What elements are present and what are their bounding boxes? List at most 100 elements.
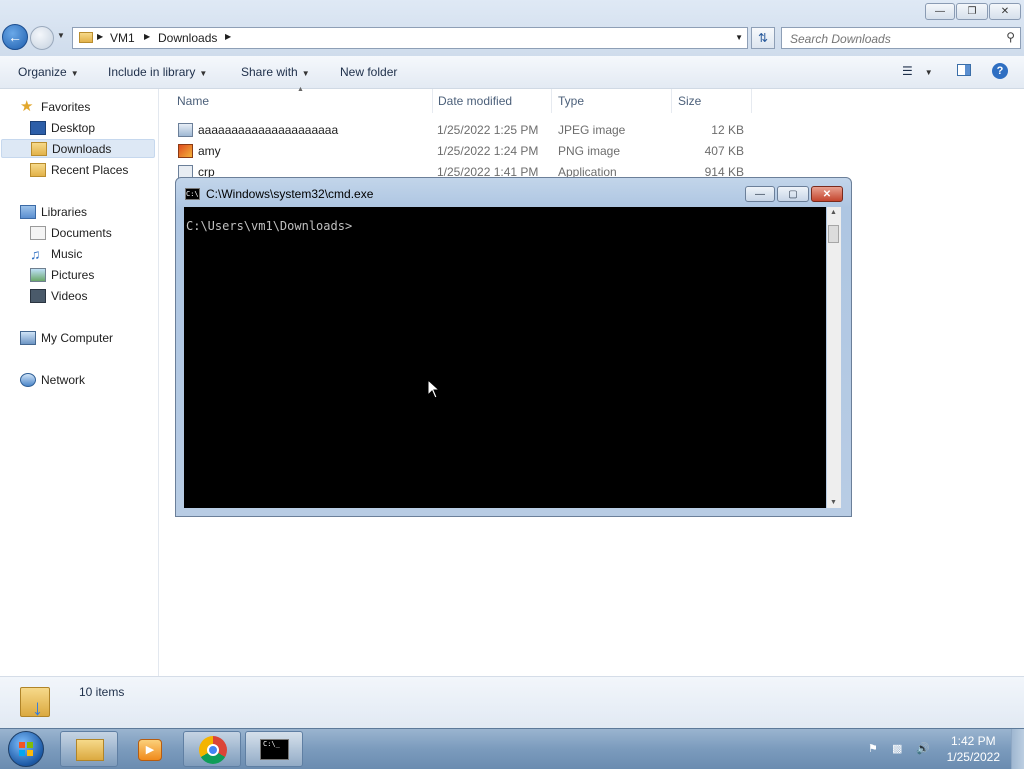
preview-pane-icon [957,64,971,76]
column-header-date-modified[interactable]: Date modified [438,94,512,108]
cmd-vertical-scrollbar[interactable]: ▲ ▼ [827,207,841,508]
cmd-icon: C:\ [185,188,200,200]
film-icon [30,288,46,303]
file-date: 1/25/2022 1:24 PM [437,144,539,158]
nav-label: Music [51,246,83,261]
address-dropdown-icon[interactable]: ▼ [735,33,743,42]
documents-icon [30,225,46,240]
nav-recent-places[interactable]: Recent Places [30,160,128,179]
cmd-minimize-button[interactable]: — [745,186,775,202]
scroll-down-icon[interactable]: ▼ [830,499,837,506]
include-in-library-button[interactable]: Include in library ▼ [108,65,207,79]
volume-icon[interactable]: 🔊 [916,742,930,756]
share-with-button[interactable]: Share with ▼ [241,65,310,79]
help-button[interactable]: ? [992,63,1008,79]
jpeg-file-icon [178,123,193,137]
chevron-down-icon: ▼ [199,69,208,78]
taskbar-media-player-button[interactable]: ▶ [121,731,179,767]
nav-label: My Computer [41,330,114,345]
item-count: 10 items [79,685,125,699]
nav-videos[interactable]: Videos [30,286,87,305]
downloads-folder-large-icon: ↓ [20,683,54,721]
back-button[interactable]: ← [2,24,28,50]
chevron-down-icon: ▼ [70,69,79,78]
recent-pages-dropdown[interactable]: ▼ [57,31,67,45]
scroll-up-icon[interactable]: ▲ [830,209,837,216]
nav-my-computer[interactable]: My Computer [20,328,113,347]
column-divider[interactable] [671,89,672,113]
desktop-icon [30,120,46,135]
nav-pictures[interactable]: Pictures [30,265,94,284]
network-icon [20,372,36,387]
minimize-icon: — [755,188,765,200]
explorer-minimize-button[interactable]: — [925,3,955,20]
file-row[interactable]: aaaaaaaaaaaaaaaaaaaaa 1/25/2022 1:25 PM … [176,120,756,140]
network-status-icon[interactable]: ▩ [892,742,906,756]
nav-label: Network [41,372,86,387]
minimize-icon: — [935,6,945,17]
new-folder-button[interactable]: New folder [340,65,397,79]
nav-favorites[interactable]: ★ Favorites [20,97,90,116]
windows-logo-icon [19,742,33,756]
start-button[interactable] [8,731,44,767]
nav-downloads[interactable]: Downloads [1,139,155,158]
cmd-close-button[interactable]: ✕ [811,186,843,202]
scrollbar-thumb[interactable] [828,225,839,243]
explorer-close-button[interactable]: ✕ [989,3,1021,20]
organize-button[interactable]: Organize ▼ [18,65,79,79]
file-size: 407 KB [704,144,744,158]
nav-label: Documents [51,225,112,240]
explorer-title-bar: — ❐ ✕ ← ▼ ▶ VM1 ▶ Downloads ▶ ▼ ⇅ ⚲ [0,0,1024,56]
search-box[interactable]: ⚲ [781,27,1021,49]
column-divider[interactable] [751,89,752,113]
breadcrumb-item-downloads[interactable]: Downloads [158,31,217,45]
column-header-name[interactable]: Name [177,94,209,108]
maximize-icon: ▢ [788,188,798,200]
taskbar-explorer-button[interactable] [60,731,118,767]
column-divider[interactable] [432,89,433,113]
search-input[interactable] [788,30,997,48]
column-header-type[interactable]: Type [558,94,584,108]
system-clock[interactable]: 1:42 PM 1/25/2022 [947,733,1000,765]
nav-label: Favorites [41,99,91,114]
computer-icon [20,330,36,345]
star-icon: ★ [20,97,34,115]
nav-music[interactable]: ♫ Music [30,244,82,263]
breadcrumb-separator-icon: ▶ [97,32,104,41]
pictures-icon [30,267,46,282]
nav-libraries[interactable]: Libraries [20,202,87,221]
media-player-icon: ▶ [138,739,162,761]
command-prompt: C:\Users\vm1\Downloads> [186,219,353,233]
taskbar-cmd-button[interactable]: C:\_ [245,731,303,767]
file-row[interactable]: amy 1/25/2022 1:24 PM PNG image 407 KB [176,141,756,161]
taskbar-chrome-button[interactable] [183,731,241,767]
breadcrumb-item-vm1[interactable]: VM1 [110,31,135,45]
change-view-button[interactable]: ☰ ▼ [902,64,933,78]
nav-network[interactable]: Network [20,370,85,389]
search-icon: ⚲ [1006,30,1015,44]
nav-documents[interactable]: Documents [30,223,112,242]
address-bar[interactable]: ▶ VM1 ▶ Downloads ▶ ▼ [72,27,748,49]
cmd-window-title: C:\Windows\system32\cmd.exe [206,187,374,201]
file-name: amy [198,144,221,158]
action-center-flag-icon[interactable]: ⚑ [868,742,882,756]
png-file-icon [178,144,193,158]
console-output[interactable]: C:\Users\vm1\Downloads> [184,207,826,508]
refresh-icon: ⇅ [757,31,769,45]
cmd-maximize-button[interactable]: ▢ [777,186,809,202]
chevron-down-icon: ▼ [301,69,310,78]
nav-label: Recent Places [51,162,129,177]
refresh-button[interactable]: ⇅ [751,27,775,49]
clock-date: 1/25/2022 [946,750,1000,764]
forward-button[interactable] [30,26,54,50]
show-desktop-button[interactable] [1011,729,1024,769]
close-icon: ✕ [822,188,832,200]
preview-pane-button[interactable] [957,64,971,79]
recent-places-icon [30,162,46,177]
libraries-icon [20,204,36,219]
explorer-restore-button[interactable]: ❐ [956,3,988,20]
nav-desktop[interactable]: Desktop [30,118,95,137]
column-header-size[interactable]: Size [678,94,701,108]
cmd-window[interactable]: C:\ C:\Windows\system32\cmd.exe — ▢ ✕ C:… [175,177,852,517]
column-divider[interactable] [551,89,552,113]
